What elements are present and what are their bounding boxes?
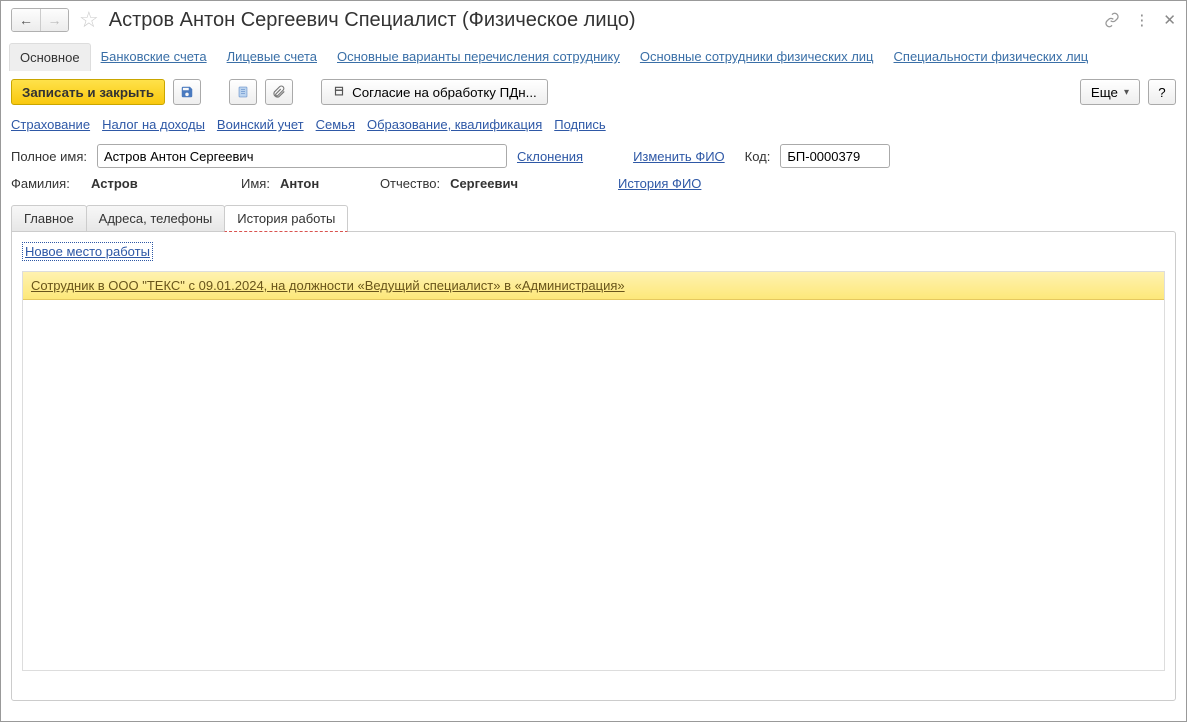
sublink-family[interactable]: Семья: [316, 117, 355, 132]
job-history-link[interactable]: Сотрудник в ООО "ТЕКС" с 09.01.2024, на …: [31, 278, 625, 293]
favorite-star-icon[interactable]: ☆: [79, 7, 99, 33]
section-tab-transfer-variants[interactable]: Основные варианты перечисления сотрудник…: [327, 43, 630, 70]
code-input[interactable]: [780, 144, 890, 168]
back-button[interactable]: ←: [12, 9, 40, 31]
kebab-menu-icon[interactable]: ⋮: [1134, 11, 1149, 29]
sublink-education[interactable]: Образование, квалификация: [367, 117, 542, 132]
sublink-insurance[interactable]: Страхование: [11, 117, 90, 132]
section-tab-specialties[interactable]: Специальности физических лиц: [884, 43, 1099, 70]
window-title: Астров Антон Сергеевич Специалист (Физич…: [109, 9, 636, 32]
nav-buttons: ← →: [11, 8, 69, 32]
tab-main[interactable]: Главное: [11, 205, 87, 232]
sublink-signature[interactable]: Подпись: [554, 117, 605, 132]
more-button[interactable]: Еще: [1080, 79, 1140, 105]
section-tab-bank-accounts[interactable]: Банковские счета: [91, 43, 217, 70]
declensions-link[interactable]: Склонения: [517, 149, 583, 164]
section-tab-main-employees[interactable]: Основные сотрудники физических лиц: [630, 43, 884, 70]
new-job-link[interactable]: Новое место работы: [22, 242, 153, 261]
surname-value: Астров: [91, 176, 231, 191]
full-name-input[interactable]: [97, 144, 507, 168]
pdn-consent-label: Согласие на обработку ПДн...: [352, 85, 537, 100]
attachment-button[interactable]: [265, 79, 293, 105]
section-tab-personal-accounts[interactable]: Лицевые счета: [217, 43, 327, 70]
surname-label: Фамилия:: [11, 176, 81, 191]
tab-addresses[interactable]: Адреса, телефоны: [86, 205, 226, 232]
save-button[interactable]: [173, 79, 201, 105]
link-icon[interactable]: [1104, 12, 1120, 28]
tab-job-history[interactable]: История работы: [224, 205, 348, 232]
content-area: Новое место работы Сотрудник в ООО "ТЕКС…: [11, 231, 1176, 701]
job-history-row[interactable]: Сотрудник в ООО "ТЕКС" с 09.01.2024, на …: [23, 272, 1164, 300]
patronymic-value: Сергеевич: [450, 176, 518, 191]
full-name-label: Полное имя:: [11, 149, 87, 164]
close-icon[interactable]: ✕: [1163, 11, 1176, 29]
job-history-list: Сотрудник в ООО "ТЕКС" с 09.01.2024, на …: [22, 271, 1165, 671]
sublink-military[interactable]: Воинский учет: [217, 117, 304, 132]
help-button[interactable]: ?: [1148, 79, 1176, 105]
change-fio-link[interactable]: Изменить ФИО: [633, 149, 725, 164]
save-and-close-button[interactable]: Записать и закрыть: [11, 79, 165, 105]
history-fio-link[interactable]: История ФИО: [618, 176, 701, 191]
sublink-income-tax[interactable]: Налог на доходы: [102, 117, 205, 132]
section-tab-main[interactable]: Основное: [9, 43, 91, 71]
name-value: Антон: [280, 176, 370, 191]
document-button[interactable]: [229, 79, 257, 105]
pdn-consent-button[interactable]: Согласие на обработку ПДн...: [321, 79, 548, 105]
patronymic-label: Отчество:: [380, 176, 440, 191]
name-label: Имя:: [241, 176, 270, 191]
code-label: Код:: [745, 149, 771, 164]
forward-button[interactable]: →: [40, 9, 68, 31]
